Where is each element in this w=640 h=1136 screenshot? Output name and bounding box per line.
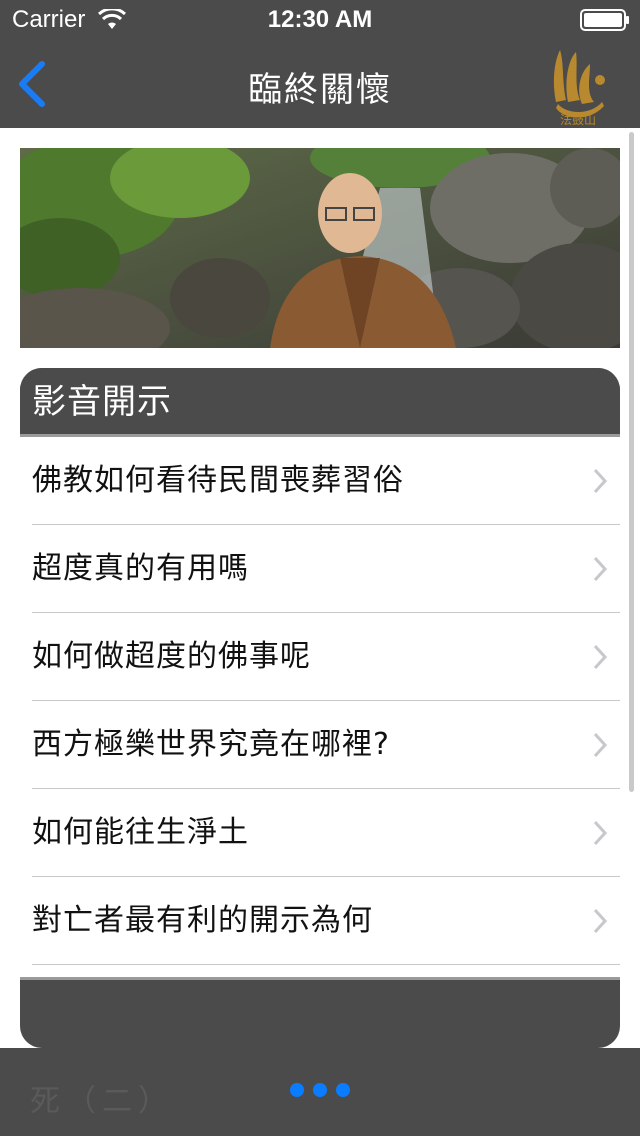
list-item-label: 對亡者最有利的開示為何 [32,903,373,938]
page-dot [336,1083,351,1097]
clock: 12:30 AM [267,6,373,33]
logo: 法鼓山 [553,50,605,126]
status-bar: Carrier 12:30 AM [0,0,640,40]
divider [20,977,620,980]
scroll-indicator[interactable] [629,132,634,792]
navigation-bar: 臨終關懷 法鼓山 [0,40,640,128]
page-dot [313,1083,327,1097]
list-item[interactable]: 如何能往生淨土 [20,789,620,877]
chevron-right-icon [593,468,608,494]
teachings-list: 佛教如何看待民間喪葬習俗 超度真的有用嗎 如何做超度的佛事呢 西方極樂世界究竟在… [20,437,620,977]
section-header: 影音開示 [20,368,620,436]
chevron-right-icon [593,908,608,934]
monk-portrait-image [20,148,620,348]
list-item[interactable]: 佛教如何看待民間喪葬習俗 [20,437,620,525]
list-item[interactable]: 對亡者最有利的開示為何 [20,877,620,965]
list-item-label: 如何能往生淨土 [32,815,249,850]
chevron-right-icon [593,732,608,758]
page-dot [289,1083,304,1097]
page-indicator[interactable] [0,1082,640,1100]
list-item-label: 超度真的有用嗎 [32,551,249,586]
battery-icon [580,9,629,31]
list-item-label: 佛教如何看待民間喪葬習俗 [32,463,404,498]
list-item-label: 西方極樂世界究竟在哪裡? [32,727,390,762]
list-item[interactable]: 西方極樂世界究竟在哪裡? [20,701,620,789]
video-teachings-section: 影音開示 佛教如何看待民間喪葬習俗 超度真的有用嗎 如何做超度的佛事呢 西方極樂… [20,368,620,1048]
logo-text: 法鼓山 [560,113,596,126]
row-separator [32,964,620,965]
banner-image [20,148,620,348]
list-item[interactable]: 超度真的有用嗎 [20,525,620,613]
chevron-right-icon [593,556,608,582]
list-item[interactable]: 如何做超度的佛事呢 [20,613,620,701]
page-title: 臨終關懷 [248,70,392,110]
chevron-right-icon [593,644,608,670]
list-item-label: 如何做超度的佛事呢 [32,639,311,674]
chevron-right-icon [593,820,608,846]
